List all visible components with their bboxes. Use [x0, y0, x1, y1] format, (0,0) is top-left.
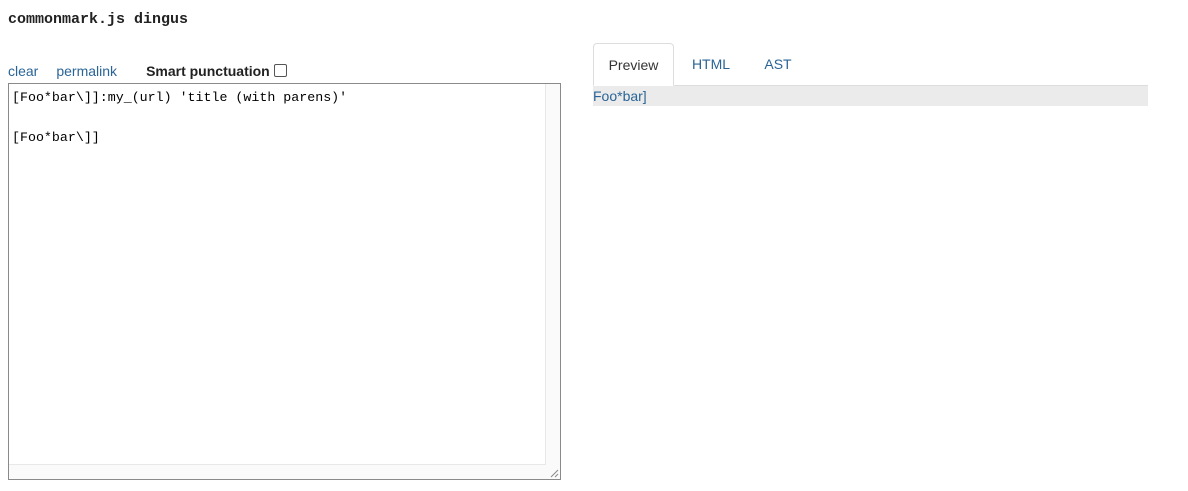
- smart-punctuation-text: Smart punctuation: [146, 63, 270, 79]
- smart-punctuation-checkbox[interactable]: [273, 63, 287, 77]
- horizontal-scrollbar[interactable]: [9, 464, 546, 479]
- tab-preview[interactable]: Preview: [593, 43, 674, 86]
- page-title: commonmark.js dingus: [8, 11, 189, 28]
- tab-ast[interactable]: AST: [753, 43, 803, 86]
- clear-link[interactable]: clear: [8, 63, 38, 79]
- editor-line: [Foo*bar\]]: [12, 130, 100, 145]
- tab-html[interactable]: HTML: [680, 43, 742, 86]
- editor-content[interactable]: [Foo*bar\]]:my_(url) 'title (with parens…: [12, 88, 347, 148]
- controls-bar: clear permalink Smart punctuation: [8, 61, 287, 81]
- output-tabs: Preview HTML AST: [593, 43, 1148, 86]
- vertical-scrollbar[interactable]: [545, 84, 560, 466]
- footer-fade: [593, 484, 893, 491]
- editor-line: ​: [12, 108, 347, 128]
- preview-pane: Foo*bar]: [593, 86, 1148, 106]
- smart-punctuation-label[interactable]: Smart punctuation: [146, 63, 287, 79]
- markdown-editor[interactable]: [Foo*bar\]]:my_(url) 'title (with parens…: [8, 83, 561, 480]
- resize-handle-icon[interactable]: [546, 465, 560, 479]
- preview-link[interactable]: Foo*bar]: [593, 88, 647, 104]
- permalink-link[interactable]: permalink: [56, 63, 117, 79]
- editor-line: [Foo*bar\]]:my_(url) 'title (with parens…: [12, 90, 348, 105]
